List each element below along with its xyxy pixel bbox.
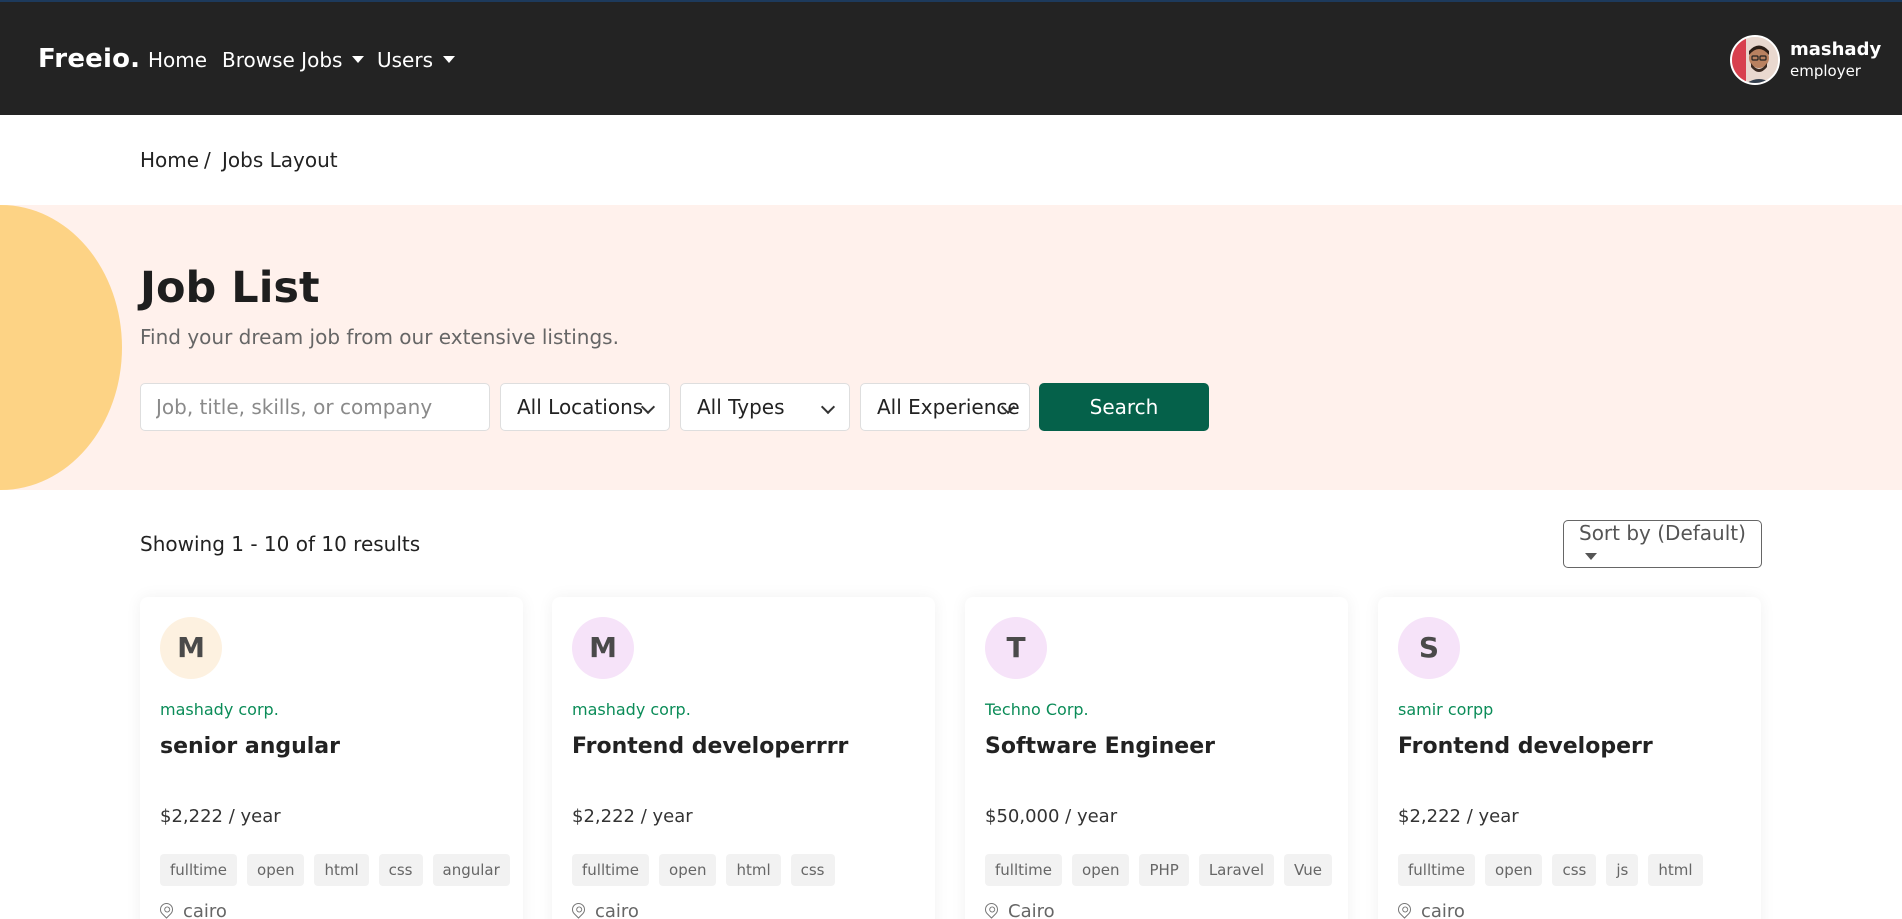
location-pin-icon bbox=[157, 900, 176, 919]
location-pin-icon bbox=[1395, 900, 1414, 919]
nav-home[interactable]: Home bbox=[148, 48, 207, 72]
company-logo: M bbox=[160, 617, 222, 679]
job-title[interactable]: Frontend developerrrr bbox=[572, 734, 848, 759]
location-pin-icon bbox=[569, 900, 588, 919]
company-name[interactable]: mashady corp. bbox=[160, 700, 279, 719]
type-select[interactable]: All Types bbox=[680, 383, 850, 431]
user-name[interactable]: mashady bbox=[1790, 39, 1881, 60]
page-title: Job List bbox=[140, 263, 320, 313]
brand-logo[interactable]: Freeio. bbox=[38, 44, 140, 74]
job-title[interactable]: Software Engineer bbox=[985, 734, 1215, 759]
job-location: cairo bbox=[569, 900, 639, 919]
job-title[interactable]: Frontend developerr bbox=[1398, 734, 1653, 759]
job-tag[interactable]: js bbox=[1606, 854, 1639, 886]
job-tag[interactable]: html bbox=[726, 854, 781, 886]
breadcrumb-current: Jobs Layout bbox=[222, 148, 338, 172]
job-search-input[interactable] bbox=[140, 383, 490, 431]
top-navbar: Freeio. Home Browse Jobs Users mashady e… bbox=[0, 0, 1902, 115]
job-tag[interactable]: open bbox=[659, 854, 717, 886]
company-name[interactable]: Techno Corp. bbox=[985, 700, 1089, 719]
job-tag[interactable]: fulltime bbox=[985, 854, 1063, 886]
job-tag[interactable]: css bbox=[378, 854, 423, 886]
job-tag[interactable]: open bbox=[1072, 854, 1130, 886]
nav-users[interactable]: Users bbox=[377, 48, 456, 72]
job-salary: $2,222 / year bbox=[160, 806, 281, 827]
breadcrumb-home[interactable]: Home bbox=[140, 148, 199, 172]
experience-select[interactable]: All Experience bbox=[860, 383, 1030, 431]
hero-banner: Job List Find your dream job from our ex… bbox=[0, 205, 1902, 490]
job-tag[interactable]: open bbox=[1485, 854, 1543, 886]
job-salary: $50,000 / year bbox=[985, 806, 1118, 827]
user-avatar[interactable] bbox=[1730, 35, 1780, 85]
user-role: employer bbox=[1790, 62, 1861, 80]
job-location: cairo bbox=[1395, 900, 1465, 919]
job-card[interactable]: S samir corpp Frontend developerr $2,222… bbox=[1378, 597, 1761, 919]
chevron-down-icon bbox=[820, 399, 836, 415]
job-tag[interactable]: css bbox=[1552, 854, 1597, 886]
job-tags: fulltime open html css angular bbox=[160, 854, 510, 886]
location-pin-icon bbox=[982, 900, 1001, 919]
job-card[interactable]: M mashady corp. Frontend developerrrr $2… bbox=[552, 597, 935, 919]
job-tag[interactable]: html bbox=[1648, 854, 1703, 886]
company-name[interactable]: mashady corp. bbox=[572, 700, 691, 719]
job-tag[interactable]: html bbox=[314, 854, 369, 886]
job-location: Cairo bbox=[982, 900, 1055, 919]
job-card[interactable]: T Techno Corp. Software Engineer $50,000… bbox=[965, 597, 1348, 919]
job-card[interactable]: M mashady corp. senior angular $2,222 / … bbox=[140, 597, 523, 919]
job-tag[interactable]: PHP bbox=[1139, 854, 1189, 886]
breadcrumb-separator: / bbox=[204, 148, 211, 172]
company-logo: S bbox=[1398, 617, 1460, 679]
job-tag[interactable]: Laravel bbox=[1198, 854, 1275, 886]
job-tag[interactable]: Vue bbox=[1284, 854, 1332, 886]
job-salary: $2,222 / year bbox=[572, 806, 693, 827]
job-tag[interactable]: fulltime bbox=[572, 854, 650, 886]
avatar-image bbox=[1732, 37, 1778, 83]
company-name[interactable]: samir corpp bbox=[1398, 700, 1493, 719]
chevron-down-icon bbox=[1585, 553, 1597, 560]
results-count: Showing 1 - 10 of 10 results bbox=[140, 532, 421, 556]
job-tag[interactable]: fulltime bbox=[160, 854, 238, 886]
location-select[interactable]: All Locations bbox=[500, 383, 670, 431]
company-logo: T bbox=[985, 617, 1047, 679]
nav-browse-jobs[interactable]: Browse Jobs bbox=[222, 48, 365, 72]
job-tags: fulltime open PHP Laravel Vue bbox=[985, 854, 1332, 886]
job-tag[interactable]: fulltime bbox=[1398, 854, 1476, 886]
search-button[interactable]: Search bbox=[1039, 383, 1209, 431]
job-location: cairo bbox=[157, 900, 227, 919]
job-title[interactable]: senior angular bbox=[160, 734, 340, 759]
job-tags: fulltime open html css bbox=[572, 854, 835, 886]
page-subtitle: Find your dream job from our extensive l… bbox=[140, 325, 619, 349]
sort-dropdown[interactable]: Sort by (Default) bbox=[1563, 520, 1762, 568]
decorative-blob bbox=[0, 205, 122, 490]
chevron-down-icon bbox=[443, 56, 456, 63]
chevron-down-icon bbox=[352, 56, 365, 63]
job-tag[interactable]: angular bbox=[432, 854, 510, 886]
job-tags: fulltime open css js html bbox=[1398, 854, 1703, 886]
company-logo: M bbox=[572, 617, 634, 679]
job-salary: $2,222 / year bbox=[1398, 806, 1519, 827]
job-tag[interactable]: css bbox=[790, 854, 835, 886]
job-tag[interactable]: open bbox=[247, 854, 305, 886]
